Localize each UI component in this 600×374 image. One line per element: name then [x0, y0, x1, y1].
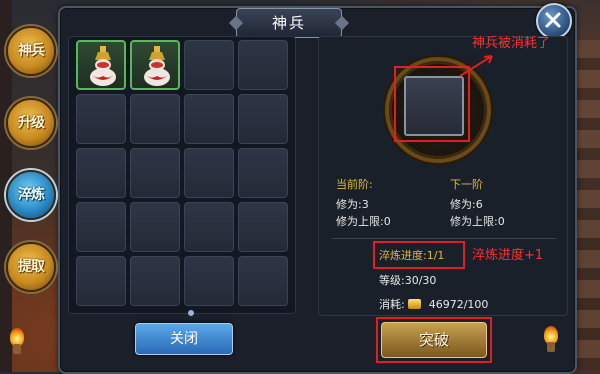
tab-label: 神兵 [18, 43, 45, 59]
inventory-slot-1[interactable] [76, 40, 126, 90]
tab-label: 提取 [18, 259, 45, 275]
temper-progress: 淬炼进度:1/1 [379, 249, 445, 262]
inventory-slot-2[interactable] [130, 40, 180, 90]
gourd-item-icon [144, 46, 170, 86]
inventory-grid [76, 40, 292, 306]
inventory-slot[interactable] [130, 148, 180, 198]
tab-extract[interactable]: 提取 [6, 242, 56, 292]
annotation-consumed: 神兵被消耗了 [472, 36, 551, 51]
page-indicator-dot[interactable] [188, 310, 194, 316]
annotation-arrow [459, 55, 493, 77]
gold-coin-icon [408, 299, 422, 309]
tab-temper[interactable]: 淬炼 [6, 170, 56, 220]
level: 等级:30/30 [379, 274, 437, 287]
inventory-slot[interactable] [238, 256, 288, 306]
window-title: 神兵 [236, 8, 342, 38]
cost-value: 46972/100 [428, 298, 489, 311]
close-button[interactable]: 关闭 [135, 323, 233, 355]
next-stage-title: 下一阶 [450, 178, 483, 191]
current-cultivation: 修为:3 [336, 198, 369, 211]
inventory-slot[interactable] [76, 148, 126, 198]
inventory-slot[interactable] [184, 94, 234, 144]
current-stage-title: 当前阶: [336, 178, 373, 191]
next-cultivation: 修为:6 [450, 198, 483, 211]
inventory-slot[interactable] [76, 256, 126, 306]
cost-label: 消耗: [379, 298, 405, 311]
divider [332, 238, 556, 239]
inventory-slot[interactable] [130, 202, 180, 252]
inventory-slot[interactable] [184, 40, 234, 90]
tab-label: 淬炼 [18, 187, 45, 203]
torch-icon [542, 326, 560, 352]
tab-shenbing[interactable]: 神兵 [6, 26, 56, 76]
inventory-slot[interactable] [76, 202, 126, 252]
tab-upgrade[interactable]: 升级 [6, 98, 56, 148]
inventory-slot[interactable] [184, 148, 234, 198]
inventory-slot[interactable] [238, 202, 288, 252]
tab-label: 升级 [18, 115, 45, 131]
cost-row: 消耗: 46972/100 [379, 296, 488, 312]
inventory-slot[interactable] [238, 148, 288, 198]
inventory-slot[interactable] [130, 256, 180, 306]
inventory-slot[interactable] [184, 202, 234, 252]
inventory-slot[interactable] [130, 94, 180, 144]
inventory-slot[interactable] [238, 94, 288, 144]
breakthrough-button[interactable]: 突破 [381, 322, 487, 358]
close-x-icon [545, 12, 561, 28]
inventory-slot[interactable] [238, 40, 288, 90]
inventory-slot[interactable] [184, 256, 234, 306]
inventory-slot[interactable] [76, 94, 126, 144]
current-cap: 修为上限:0 [336, 215, 391, 228]
annotation-progress: 淬炼进度+1 [472, 248, 544, 263]
torch-icon [8, 328, 26, 354]
gourd-item-icon [90, 46, 116, 86]
next-cap: 修为上限:0 [450, 215, 505, 228]
